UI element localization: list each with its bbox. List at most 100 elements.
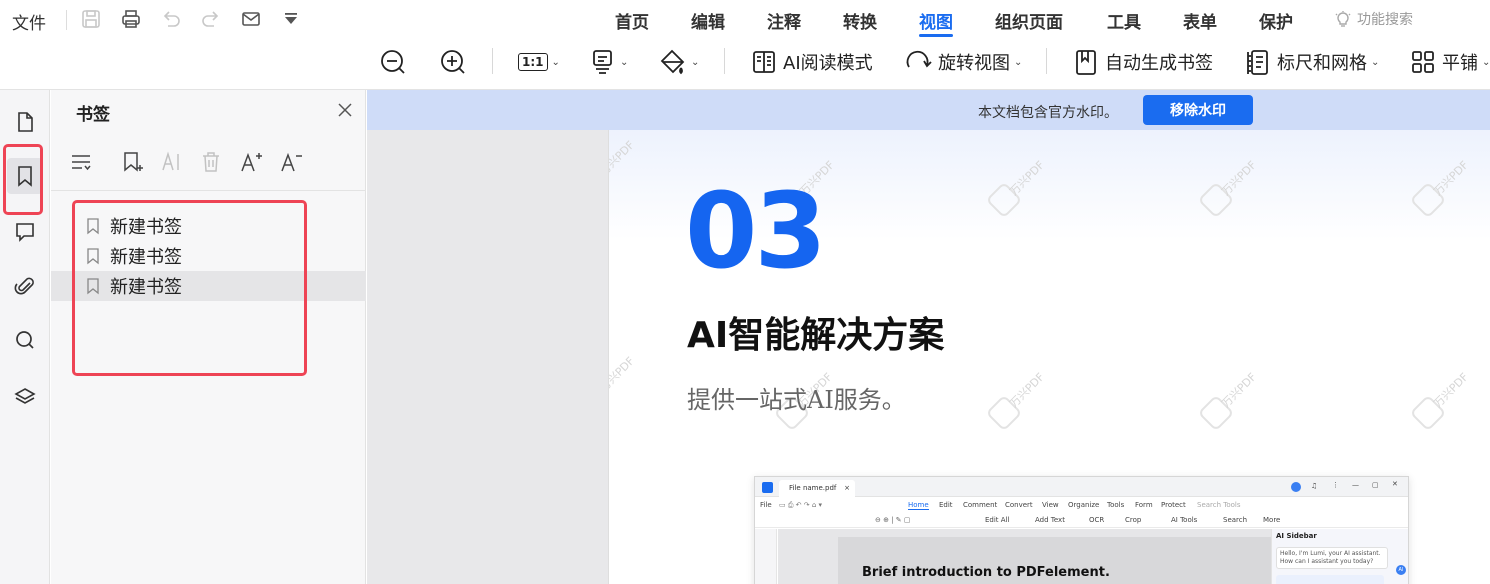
mini-menu-item: Edit xyxy=(939,501,953,509)
mini-ai-input xyxy=(1276,575,1384,584)
customize-dropdown-icon[interactable] xyxy=(280,8,302,30)
mini-menu-item: Convert xyxy=(1005,501,1033,509)
menu-comment[interactable]: 注释 xyxy=(767,8,801,33)
mini-zoom-icons: ⊖ ⊕ | ✎ ▢ xyxy=(875,516,911,524)
tile-dropdown[interactable]: 平铺 ⌄ xyxy=(1410,46,1490,78)
close-icon[interactable] xyxy=(335,100,355,120)
page-icon xyxy=(18,112,33,132)
watermark-text: 万兴PDF xyxy=(1007,370,1048,411)
menu-organize-pages[interactable]: 组织页面 xyxy=(995,8,1063,33)
bookmark-page-icon xyxy=(1076,50,1096,75)
mini-doc-title: Brief introduction to PDFelement. xyxy=(862,565,1110,580)
mini-tool: Search xyxy=(1223,516,1248,524)
watermark-message: 本文档包含官方水印。 xyxy=(978,105,1118,121)
rail-search-button[interactable] xyxy=(7,322,43,358)
feature-search-label: 功能搜索 xyxy=(1357,12,1413,28)
mini-menu-item: View xyxy=(1042,501,1059,509)
chevron-down-icon: ⌄ xyxy=(551,56,560,68)
redo-icon[interactable] xyxy=(200,8,222,30)
rail-comments-button[interactable] xyxy=(7,214,43,250)
menu-protect[interactable]: 保护 xyxy=(1259,8,1293,33)
decrease-font-icon[interactable] xyxy=(280,150,304,174)
rail-layers-button[interactable] xyxy=(7,378,43,414)
save-icon[interactable] xyxy=(80,8,102,30)
rotate-view-dropdown[interactable]: 旋转视图 ⌄ xyxy=(904,46,1022,78)
mini-tool: AI Tools xyxy=(1171,516,1198,524)
page-display-dropdown[interactable]: ⌄ xyxy=(590,46,628,78)
zoom-out-button[interactable] xyxy=(379,46,407,78)
section-subtitle: 提供一站式AI服务。 xyxy=(687,386,906,414)
mini-tab-row: File name.pdf × ♫ ⋮ — ▢ ✕ xyxy=(755,477,1408,497)
watermark-banner: 本文档包含官方水印。 移除水印 xyxy=(367,90,1490,130)
tile-icon xyxy=(1412,51,1434,73)
ruler-grid-label: 标尺和网格 xyxy=(1277,53,1367,74)
watermark-text: 万兴PDF xyxy=(1219,158,1260,199)
ruler-icon xyxy=(1247,50,1268,75)
remove-watermark-button[interactable]: 移除水印 xyxy=(1143,95,1253,125)
section-heading: AI智能解决方案 xyxy=(687,315,945,356)
toolbar-divider xyxy=(492,48,493,74)
toolbar-divider xyxy=(1046,48,1047,74)
paperclip-icon xyxy=(14,277,34,295)
paint-bucket-icon xyxy=(660,49,685,75)
ai-read-mode-label: AI阅读模式 xyxy=(783,53,873,74)
highlight-box xyxy=(3,144,43,215)
chevron-down-icon: ⌄ xyxy=(1014,56,1023,68)
mini-tool: More xyxy=(1263,516,1281,524)
chevron-down-icon: ⌄ xyxy=(1482,56,1490,68)
mail-icon[interactable] xyxy=(240,8,262,30)
chevron-down-icon: ⌄ xyxy=(691,56,700,68)
actual-size-dropdown[interactable]: 1:1 ⌄ xyxy=(518,46,560,78)
menu-tools[interactable]: 工具 xyxy=(1107,8,1141,33)
mini-tool: Add Text xyxy=(1035,516,1065,524)
ai-bookmark-icon[interactable] xyxy=(160,150,184,174)
zoom-in-button[interactable] xyxy=(439,46,467,78)
layers-icon xyxy=(14,388,36,404)
ruler-grid-dropdown[interactable]: 标尺和网格 ⌄ xyxy=(1245,46,1379,78)
mini-file-tab: File name.pdf × xyxy=(779,480,855,497)
mini-left-rail xyxy=(755,529,777,584)
feature-search[interactable]: 功能搜索 xyxy=(1334,9,1413,29)
actual-size-icon: 1:1 xyxy=(518,53,548,71)
add-bookmark-icon[interactable] xyxy=(121,150,145,174)
bulb-icon xyxy=(1335,11,1351,27)
menu-form[interactable]: 表单 xyxy=(1183,8,1217,33)
undo-icon[interactable] xyxy=(160,8,182,30)
watermark-text: 万兴PDF xyxy=(1431,158,1472,199)
increase-font-icon[interactable] xyxy=(240,150,264,174)
menu-convert[interactable]: 转换 xyxy=(843,8,877,33)
menu-view[interactable]: 视图 xyxy=(919,8,953,37)
mini-ai-sidebar-title: AI Sidebar xyxy=(1276,532,1317,540)
mini-doc-page: Brief introduction to PDFelement. xyxy=(838,537,1288,584)
toolbar-divider xyxy=(724,48,725,74)
auto-bookmarks-button[interactable]: 自动生成书签 xyxy=(1073,46,1213,78)
menu-edit[interactable]: 编辑 xyxy=(691,8,725,33)
expand-collapse-icon[interactable] xyxy=(69,150,93,174)
mini-menu-item: Comment xyxy=(963,501,998,509)
mini-ai-sidebar: AI Sidebar Hello, I'm Lumi, your AI assi… xyxy=(1271,529,1408,584)
highlight-box xyxy=(72,200,307,376)
mini-menu-item: Tools xyxy=(1107,501,1125,509)
ai-read-mode-button[interactable]: AI阅读模式 xyxy=(751,46,873,78)
ai-avatar-icon: AI xyxy=(1396,565,1406,575)
rail-attachments-button[interactable] xyxy=(7,268,43,304)
panel-divider xyxy=(51,190,366,191)
watermark-text: 万兴PDF xyxy=(1007,158,1048,199)
panel-title: 书签 xyxy=(76,105,110,125)
zoom-out-icon xyxy=(381,50,405,74)
delete-icon[interactable] xyxy=(199,150,223,174)
background-color-dropdown[interactable]: ⌄ xyxy=(659,46,699,78)
top-bar: 文件 首页 编辑 注释 转换 视图 组织页面 工具 表单 保护 功能搜索 1:1… xyxy=(0,0,1490,90)
file-menu[interactable]: 文件 xyxy=(12,9,46,34)
book-icon xyxy=(753,51,775,73)
close-icon: × xyxy=(844,484,850,492)
bell-icon: ♫ xyxy=(1311,482,1318,490)
mini-search: Search Tools xyxy=(1197,501,1241,509)
menu-home[interactable]: 首页 xyxy=(615,8,649,33)
app-logo-icon xyxy=(762,482,773,493)
print-icon[interactable] xyxy=(120,8,142,30)
rail-thumbnails-button[interactable] xyxy=(7,104,43,140)
rotate-view-label: 旋转视图 xyxy=(938,53,1010,74)
auto-bookmarks-label: 自动生成书签 xyxy=(1105,53,1213,74)
section-number: 03 xyxy=(685,170,827,292)
